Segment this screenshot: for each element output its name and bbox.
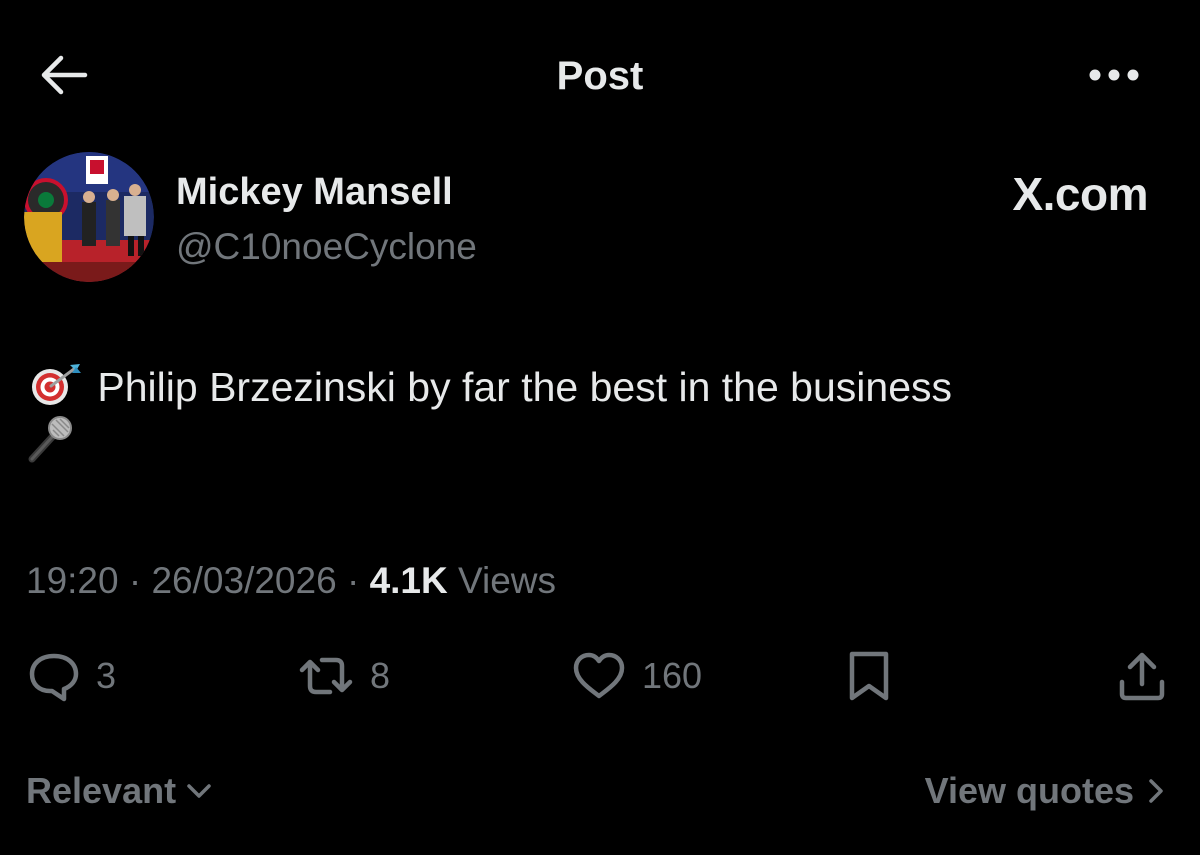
avatar-photo [24, 152, 154, 282]
views-label: Views [458, 560, 557, 601]
microphone-icon [26, 415, 74, 463]
post-time: 19:20 [26, 560, 119, 601]
chevron-down-icon [187, 784, 211, 798]
share-icon [1119, 652, 1165, 701]
reply-count: 3 [96, 655, 117, 696]
bookmark-icon [849, 651, 889, 701]
view-quotes-label: View quotes [924, 770, 1134, 811]
meta-separator: · [346, 560, 360, 601]
repost-button[interactable]: 8 [296, 648, 390, 704]
meta-separator: · [128, 560, 142, 601]
views-count: 4.1K [369, 560, 448, 601]
share-button[interactable] [1116, 648, 1168, 704]
sort-replies-dropdown[interactable]: Relevant [26, 766, 214, 816]
sort-label: Relevant [26, 770, 177, 811]
heart-icon [573, 652, 625, 699]
author-display-name[interactable]: Mickey Mansell [176, 168, 453, 216]
reply-icon [29, 653, 79, 702]
post-meta: 19:20 · 26/03/2026 · 4.1K Views [26, 556, 556, 606]
page-title: Post [556, 54, 644, 98]
like-button[interactable]: 160 [570, 648, 702, 704]
avatar[interactable] [24, 152, 154, 282]
like-count: 160 [642, 655, 703, 696]
repost-icon [299, 657, 353, 695]
more-options-button[interactable] [1084, 60, 1144, 90]
direct-hit-icon [26, 361, 86, 409]
post-text: Philip Brzezinski by far the best in the… [26, 360, 1166, 468]
view-quotes-link[interactable]: View quotes [925, 766, 1166, 816]
post-date: 26/03/2026 [151, 560, 337, 601]
repost-count: 8 [370, 655, 391, 696]
brand-watermark: X.com [1012, 168, 1148, 220]
chevron-right-icon [1149, 779, 1163, 803]
more-horizontal-icon [1089, 69, 1139, 81]
post-text-body: Philip Brzezinski by far the best in the… [97, 364, 952, 410]
reply-button[interactable]: 3 [26, 648, 116, 704]
author-handle[interactable]: @C10noeCyclone [176, 224, 477, 270]
bookmark-button[interactable] [846, 648, 892, 704]
